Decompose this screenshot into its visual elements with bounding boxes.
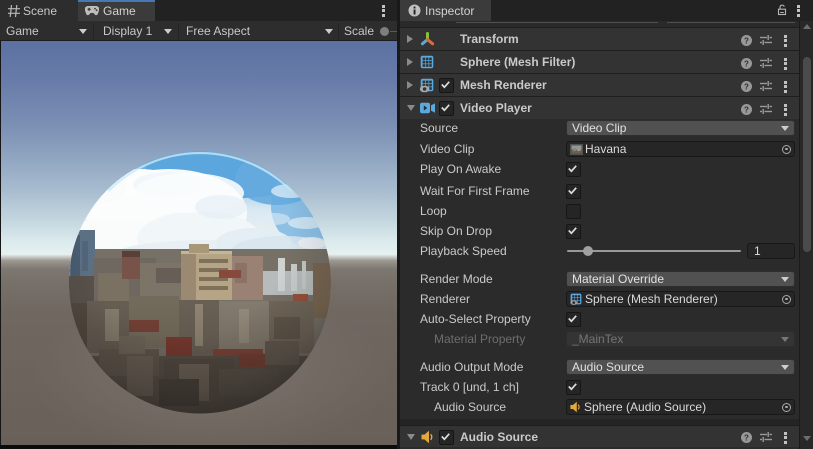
svg-text:?: ? bbox=[744, 59, 749, 68]
svg-text:?: ? bbox=[744, 433, 749, 442]
svg-text:?: ? bbox=[744, 36, 749, 45]
svg-text:?: ? bbox=[744, 105, 749, 114]
svg-text:?: ? bbox=[744, 82, 749, 91]
